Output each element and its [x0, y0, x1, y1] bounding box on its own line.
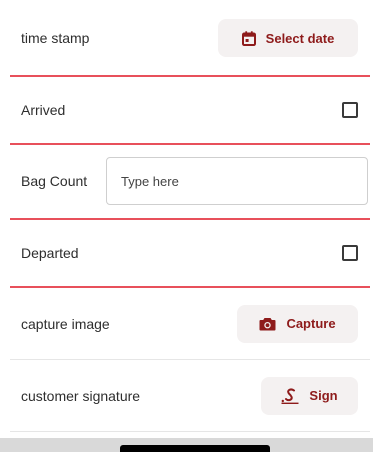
capture-label: Capture — [286, 316, 336, 331]
capture-image-row: capture image Capture — [10, 288, 370, 360]
departed-checkbox[interactable] — [342, 245, 358, 261]
arrived-checkbox[interactable] — [342, 102, 358, 118]
sign-label: Sign — [309, 388, 338, 403]
bag-count-row: Bag Count — [10, 145, 370, 217]
signature-label: customer signature — [21, 387, 141, 404]
arrived-row: Arrived — [10, 77, 370, 143]
capture-button[interactable]: Capture — [237, 304, 358, 343]
departed-label: Departed — [21, 245, 79, 261]
timestamp-row: time stamp Select date — [10, 12, 370, 64]
select-date-button[interactable]: Select date — [218, 19, 358, 57]
signature-row: customer signature Sign — [10, 360, 370, 432]
bag-count-label: Bag Count — [21, 173, 88, 189]
select-date-label: Select date — [265, 30, 335, 46]
home-indicator — [120, 445, 270, 452]
camera-icon — [259, 317, 276, 331]
departed-row: Departed — [10, 220, 370, 286]
calendar-icon — [241, 30, 256, 46]
arrived-label: Arrived — [21, 102, 66, 118]
timestamp-label: time stamp — [21, 30, 90, 46]
capture-image-label: capture image — [21, 315, 110, 332]
sign-button[interactable]: Sign — [261, 376, 358, 415]
form-screen: time stamp Select date Arrived Bag Count — [0, 0, 373, 452]
bag-count-input[interactable] — [106, 157, 368, 205]
signature-icon — [281, 387, 299, 404]
